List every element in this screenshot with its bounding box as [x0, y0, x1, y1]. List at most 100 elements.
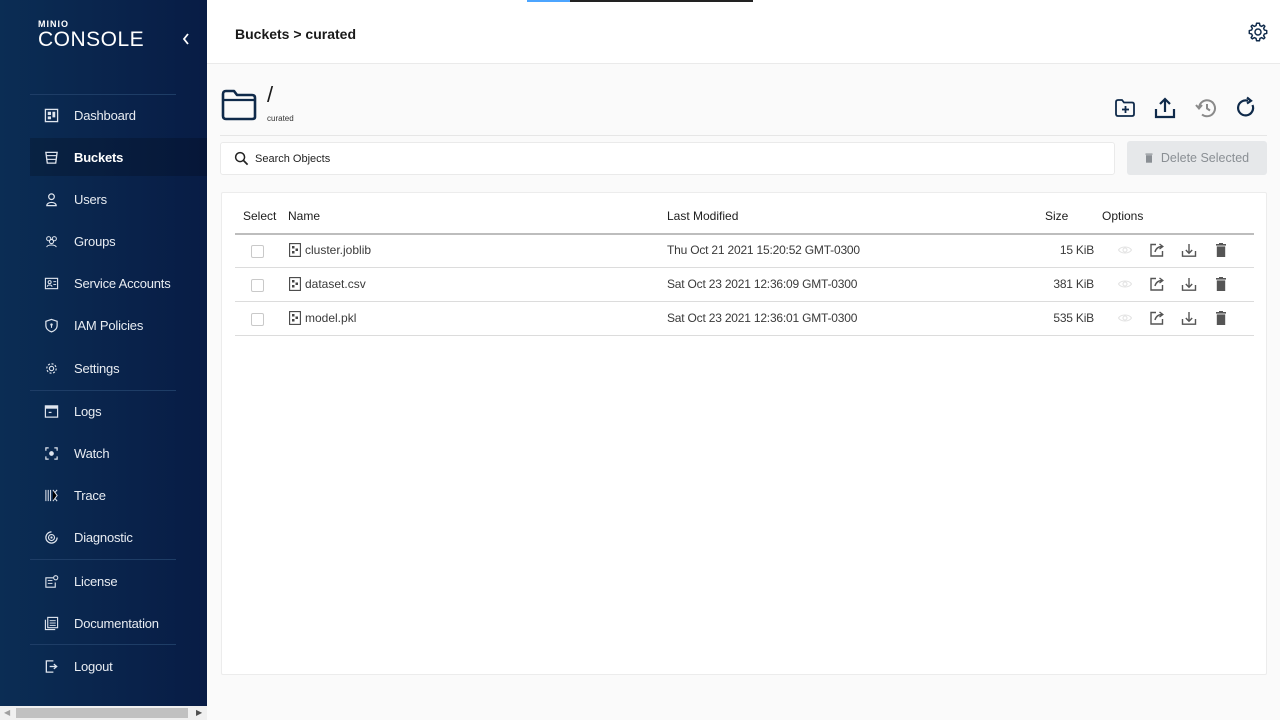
loading-progress-fill — [527, 0, 570, 2]
sidebar-item-trace[interactable]: Trace — [30, 476, 207, 514]
sidebar-item-label: Users — [74, 191, 107, 207]
objects-table: Select Name Last Modified Size Options c… — [221, 192, 1267, 675]
delete-icon[interactable] — [1213, 242, 1229, 258]
delete-icon[interactable] — [1213, 276, 1229, 292]
upload-icon — [1154, 97, 1176, 119]
column-header-options: Options — [1102, 209, 1144, 223]
logs-icon — [43, 403, 59, 419]
sidebar-item-label: Watch — [74, 445, 110, 461]
refresh-button[interactable] — [1234, 96, 1258, 120]
sidebar-item-label: Diagnostic — [74, 529, 133, 545]
object-browser-header: / curated — [220, 80, 1267, 136]
breadcrumb[interactable]: Buckets > curated — [235, 26, 356, 42]
dashboard-icon — [43, 107, 59, 123]
sidebar-item-documentation[interactable]: Documentation — [30, 604, 207, 642]
file-icon — [289, 311, 301, 325]
object-name[interactable]: model.pkl — [305, 311, 356, 325]
object-name[interactable]: cluster.joblib — [305, 243, 371, 257]
column-header-last-modified[interactable]: Last Modified — [667, 209, 738, 223]
gear-icon — [1248, 22, 1268, 42]
scrollbar-thumb[interactable] — [16, 708, 188, 718]
sidebar-item-logout[interactable]: Logout — [30, 647, 207, 685]
preview-eye-icon[interactable] — [1117, 242, 1133, 258]
sidebar-item-settings[interactable]: Settings — [30, 349, 207, 387]
groups-icon — [43, 233, 59, 249]
scroll-left-arrow-icon[interactable]: ◀ — [4, 708, 10, 717]
documentation-icon — [43, 615, 59, 631]
nav-divider — [30, 390, 176, 391]
shield-icon — [43, 317, 59, 333]
sidebar-item-label: Logout — [74, 658, 113, 674]
share-icon[interactable] — [1149, 310, 1165, 326]
sidebar-item-logs[interactable]: Logs — [30, 392, 207, 430]
upload-button[interactable] — [1153, 96, 1177, 120]
table-row[interactable]: dataset.csv Sat Oct 23 2021 12:36:09 GMT… — [235, 268, 1254, 302]
sidebar-item-diagnostic[interactable]: Diagnostic — [30, 518, 207, 556]
share-icon[interactable] — [1149, 276, 1165, 292]
object-name[interactable]: dataset.csv — [305, 277, 366, 291]
sidebar-item-watch[interactable]: Watch — [30, 434, 207, 472]
search-objects-field[interactable] — [220, 142, 1115, 175]
sidebar-item-buckets[interactable]: Buckets — [30, 138, 207, 176]
sidebar-item-groups[interactable]: Groups — [30, 222, 207, 260]
row-select-checkbox[interactable] — [251, 313, 264, 326]
create-folder-icon — [1115, 99, 1135, 117]
sidebar-item-label: Documentation — [74, 615, 159, 631]
column-header-size[interactable]: Size — [1045, 209, 1068, 223]
service-accounts-icon — [43, 275, 59, 291]
download-icon[interactable] — [1181, 276, 1197, 292]
minio-console-logo[interactable]: MINIO CONSOLE — [38, 20, 145, 51]
sidebar-item-label: Logs — [74, 403, 102, 419]
sidebar-item-license[interactable]: License — [30, 562, 207, 600]
delete-icon[interactable] — [1213, 310, 1229, 326]
trash-icon — [1145, 153, 1153, 163]
object-last-modified: Thu Oct 21 2021 15:20:52 GMT-0300 — [667, 243, 860, 257]
download-icon[interactable] — [1181, 310, 1197, 326]
delete-selected-button[interactable]: Delete Selected — [1127, 141, 1267, 175]
sidebar-item-users[interactable]: Users — [30, 180, 207, 218]
delete-selected-label: Delete Selected — [1160, 151, 1250, 165]
chevron-left-icon — [182, 33, 189, 45]
nav-divider — [30, 94, 176, 95]
sidebar-horizontal-scrollbar[interactable]: ◀ ▶ — [0, 706, 207, 720]
logo-brand-large: CONSOLE — [38, 28, 145, 51]
create-folder-button[interactable] — [1113, 96, 1137, 120]
sidebar-item-iam-policies[interactable]: IAM Policies — [30, 306, 207, 344]
sidebar-item-label: Settings — [74, 360, 120, 376]
sidebar-item-dashboard[interactable]: Dashboard — [30, 96, 207, 134]
sidebar-item-label: IAM Policies — [74, 317, 144, 333]
sidebar-item-label: Service Accounts — [74, 275, 171, 291]
object-size: 381 KiB — [1053, 277, 1094, 291]
share-icon[interactable] — [1149, 242, 1165, 258]
preview-eye-icon[interactable] — [1117, 276, 1133, 292]
search-icon — [234, 151, 249, 166]
row-select-checkbox[interactable] — [251, 245, 264, 258]
sidebar-item-label: License — [74, 573, 118, 589]
column-header-name[interactable]: Name — [288, 209, 320, 223]
object-last-modified: Sat Oct 23 2021 12:36:09 GMT-0300 — [667, 277, 858, 291]
trace-icon — [43, 487, 59, 503]
gear-icon — [43, 360, 59, 376]
table-row[interactable]: model.pkl Sat Oct 23 2021 12:36:01 GMT-0… — [235, 302, 1254, 336]
scroll-right-arrow-icon[interactable]: ▶ — [196, 708, 202, 717]
bucket-icon — [43, 149, 59, 165]
nav-divider — [30, 559, 176, 560]
sidebar-item-service-accounts[interactable]: Service Accounts — [30, 264, 207, 302]
download-icon[interactable] — [1181, 242, 1197, 258]
column-header-select: Select — [243, 209, 277, 223]
settings-button[interactable] — [1247, 21, 1269, 43]
sidebar: MINIO CONSOLE Dashboard Buckets Users Gr… — [0, 0, 207, 706]
object-last-modified: Sat Oct 23 2021 12:36:01 GMT-0300 — [667, 311, 858, 325]
collapse-sidebar-button[interactable] — [178, 30, 194, 50]
refresh-icon — [1237, 96, 1255, 117]
loading-progress-bar — [527, 0, 753, 2]
sidebar-item-label: Buckets — [74, 149, 124, 165]
preview-eye-icon[interactable] — [1117, 310, 1133, 326]
table-row[interactable]: cluster.joblib Thu Oct 21 2021 15:20:52 … — [235, 234, 1254, 268]
rewind-button[interactable] — [1194, 96, 1218, 120]
logout-icon — [43, 658, 59, 674]
diagnostic-icon — [43, 529, 59, 545]
search-objects-input[interactable] — [255, 152, 1075, 165]
row-select-checkbox[interactable] — [251, 279, 264, 292]
sidebar-item-label: Dashboard — [74, 107, 136, 123]
